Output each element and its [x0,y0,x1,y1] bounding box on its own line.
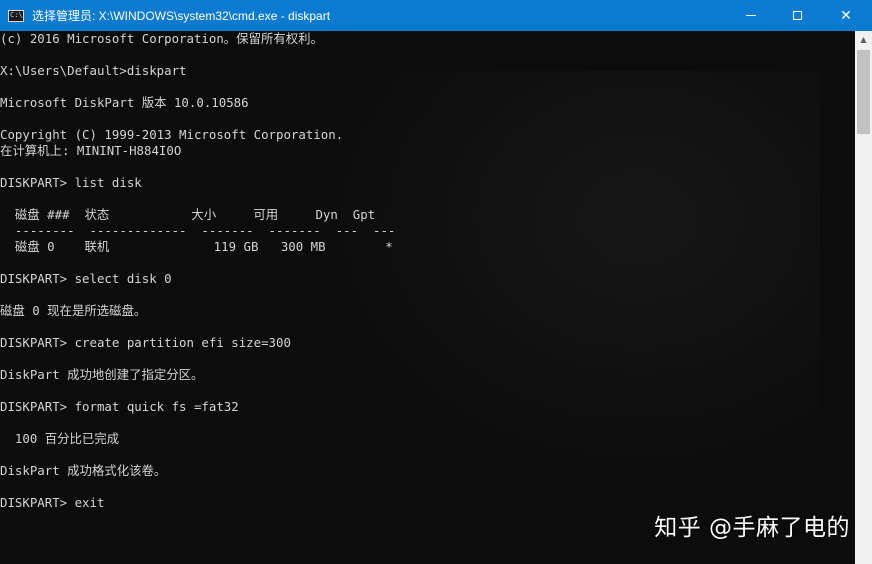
maximize-icon [792,11,802,20]
console-line: DISKPART> exit [0,495,105,510]
cmd-window: C:\ 选择管理员: X:\WINDOWS\system32\cmd.exe -… [0,0,872,564]
console-line: 100 百分比已完成 [0,431,120,446]
console-line: DiskPart 成功地创建了指定分区。 [0,367,204,382]
console-line: DISKPART> format quick fs =fat32 [0,399,239,414]
console-line: DISKPART> select disk 0 [0,271,172,286]
console-lines: (c) 2016 Microsoft Corporation。保留所有权利。 X:… [0,31,395,511]
cmd-icon-glyph: C:\ [10,10,23,19]
console-line: DISKPART> list disk [0,175,142,190]
console-line: Copyright (C) 1999-2013 Microsoft Corpor… [0,127,344,142]
minimize-icon [746,15,756,16]
console-line: (c) 2016 Microsoft Corporation。保留所有权利。 [0,31,323,46]
console-line: Microsoft DiskPart 版本 10.0.10586 [0,95,249,110]
console-output[interactable]: (c) 2016 Microsoft Corporation。保留所有权利。 X:… [0,31,855,564]
console-line: 磁盘 0 现在是所选磁盘。 [0,303,147,318]
console-line: X:\Users\Default>diskpart [0,63,187,78]
console-line: 在计算机上: MININT-H884I0O [0,143,182,158]
scroll-up-icon[interactable]: ▲ [855,31,872,48]
title-bar[interactable]: C:\ 选择管理员: X:\WINDOWS\system32\cmd.exe -… [0,0,872,31]
close-button[interactable]: ✕ [820,0,872,31]
cmd-icon[interactable]: C:\ [8,9,24,22]
console-line: -------- ------------- ------- ------- -… [0,223,396,238]
minimize-button[interactable] [728,0,774,31]
console-line: 磁盘 ### 状态 大小 可用 Dyn Gpt [0,207,376,222]
window-controls: ✕ [728,0,872,31]
console-line: DiskPart 成功格式化该卷。 [0,463,167,478]
maximize-button[interactable] [774,0,820,31]
close-icon: ✕ [840,7,852,24]
window-title: 选择管理员: X:\WINDOWS\system32\cmd.exe - dis… [32,9,331,23]
vertical-scrollbar[interactable]: ▲ [855,31,872,564]
console-line: 磁盘 0 联机 119 GB 300 MB * [0,239,393,254]
watermark: 知乎 @手麻了电的 [654,515,850,541]
scroll-thumb[interactable] [857,50,870,134]
console-line: DISKPART> create partition efi size=300 [0,335,291,350]
